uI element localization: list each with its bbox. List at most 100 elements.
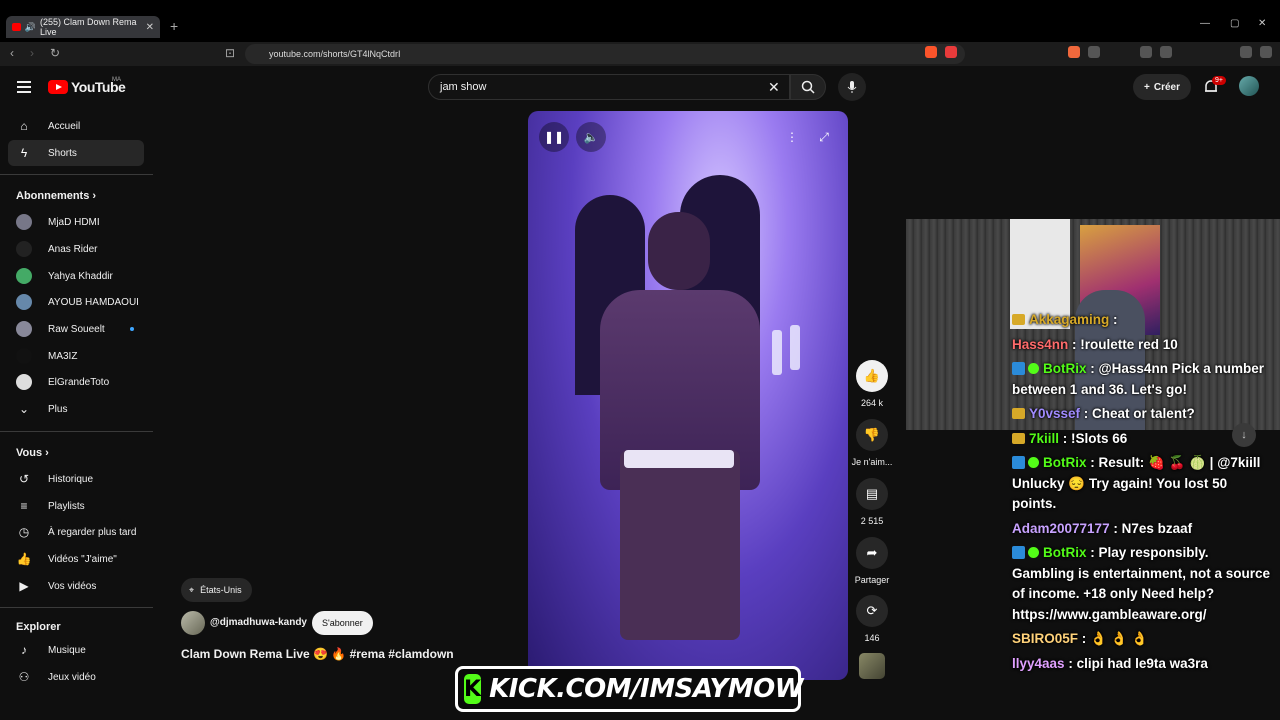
sidebar-sub-ma3iz[interactable]: MA3IZ	[8, 343, 144, 369]
share-action[interactable]: ➦ Partager	[850, 537, 894, 585]
channel-avatar	[16, 374, 32, 390]
location-chip[interactable]: ⌖ États-Unis	[181, 578, 252, 602]
sidebar-item-label: À regarder plus tard	[48, 526, 137, 538]
clear-search-icon[interactable]: ✕	[768, 79, 780, 96]
sidebar-sub-ayoub-hamdaoui[interactable]: AYOUB HAMDAOUI	[8, 289, 144, 315]
comments-action[interactable]: ▤ 2 515	[850, 478, 894, 526]
channel-avatar	[16, 348, 32, 364]
sidebar-item-gaming[interactable]: ⚇ Jeux vidéo	[8, 664, 144, 690]
sidebar-sub-mjad-hdmi[interactable]: MjaD HDMI	[8, 209, 144, 235]
chat-message: Adam20077177 : N7es bzaaf	[1012, 520, 1193, 536]
bookmark-icon[interactable]: ⊡	[225, 46, 235, 60]
sidebar-item-label: MA3IZ	[48, 350, 78, 362]
chevron-right-icon: ›	[45, 447, 49, 459]
search-button[interactable]	[790, 74, 826, 100]
gamepad-icon: ⚇	[18, 670, 30, 684]
remix-icon[interactable]: ⟳	[856, 595, 888, 627]
browser-tab[interactable]: 🔊 (255) Clam Down Rema Live ✕	[6, 16, 160, 38]
channel-avatar	[16, 321, 32, 337]
subscriptions-heading[interactable]: Abonnements ›	[16, 190, 96, 202]
subscribe-button[interactable]: S'abonner	[312, 611, 373, 635]
chat-text: !roulette red 10	[1080, 336, 1178, 352]
kick-logo-icon: K	[464, 674, 482, 704]
stream-chat: Akkagaming : Hass4nn : !roulette red 10 …	[1012, 310, 1274, 678]
channel-avatar[interactable]	[181, 611, 205, 635]
sidebar-item-home[interactable]: ⌂ Accueil	[8, 113, 144, 139]
sidebar-sub-raw-soueelt[interactable]: Raw Soueelt	[8, 316, 144, 342]
volume-icon[interactable]: 🔈	[576, 122, 606, 152]
channel-avatar	[16, 241, 32, 257]
sidebar-item-label: Jeux vidéo	[48, 671, 96, 683]
search-value: jam show	[440, 81, 487, 93]
like-action[interactable]: 👍 264 k	[850, 360, 894, 408]
account-avatar[interactable]	[1239, 76, 1259, 96]
sidebar-item-liked-videos[interactable]: 👍 Vidéos "J'aime"	[8, 546, 144, 572]
hamburger-menu-icon[interactable]	[17, 81, 31, 93]
dislike-action[interactable]: 👎 Je n'aim...	[850, 419, 894, 467]
comment-icon[interactable]: ▤	[856, 478, 888, 510]
chat-message: llyy4aas : clipi had le9ta wa3ra	[1012, 655, 1208, 671]
remix-action[interactable]: ⟳ 146	[850, 595, 894, 643]
notification-badge: 9+	[1212, 76, 1226, 85]
bot-badge-icon	[1012, 362, 1025, 375]
speaker-icon: 🔊	[24, 21, 37, 32]
minimize-icon[interactable]: —	[1200, 18, 1210, 29]
brave-shield-icon[interactable]	[925, 46, 937, 58]
reload-icon[interactable]: ↻	[50, 46, 60, 60]
bot-badge-icon	[1012, 456, 1025, 469]
maximize-icon[interactable]: ▢	[1230, 18, 1239, 29]
sidebar-item-music[interactable]: ♪ Musique	[8, 637, 144, 663]
create-button[interactable]: + Créer	[1133, 74, 1191, 100]
thumbs-up-icon: 👍	[16, 552, 32, 566]
sidebar-divider	[0, 607, 153, 608]
sound-thumbnail[interactable]	[859, 653, 885, 679]
url-field[interactable]: youtube.com/shorts/GT4lNqCtdrI	[245, 44, 965, 64]
sidebar-item-playlists[interactable]: ≡ Playlists	[8, 493, 144, 519]
youtube-logo[interactable]: YouTube MA	[48, 77, 126, 95]
sidebar-item-history[interactable]: ↺ Historique	[8, 466, 144, 492]
sidebar-item-watch-later[interactable]: ◷ À regarder plus tard	[8, 519, 144, 545]
media-icon[interactable]	[1140, 46, 1152, 58]
sidebar-item-shorts[interactable]: ϟ Shorts	[8, 140, 144, 166]
plus-icon: +	[1144, 81, 1150, 93]
brave-rewards-icon[interactable]	[945, 46, 957, 58]
profile-icon[interactable]	[1240, 46, 1252, 58]
chat-username: BotRix	[1043, 455, 1087, 470]
chat-username: 7kiill	[1029, 430, 1060, 446]
tab-close-icon[interactable]: ✕	[146, 22, 154, 33]
sidebar-more[interactable]: ⌄ Plus	[8, 396, 144, 422]
sidebar-item-label: Musique	[48, 644, 86, 656]
sidebar-item-your-videos[interactable]: ▶ Vos vidéos	[8, 573, 144, 599]
channel-name[interactable]: @djmadhuwa-kandy	[210, 617, 307, 628]
thumbs-down-icon[interactable]: 👎	[856, 419, 888, 451]
chevron-down-icon: ⌄	[18, 402, 30, 416]
new-tab-button[interactable]: +	[170, 18, 178, 34]
sidebar-sub-yahya-khaddir[interactable]: Yahya Khaddir	[8, 263, 144, 289]
search-input[interactable]: jam show	[428, 74, 790, 100]
puzzle-icon[interactable]	[1088, 46, 1100, 58]
youtube-play-icon	[48, 80, 68, 94]
sidebar-item-label: Vidéos "J'aime"	[48, 553, 117, 565]
sidebar-sub-anas-rider[interactable]: Anas Rider	[8, 236, 144, 262]
you-heading[interactable]: Vous ›	[16, 447, 49, 459]
sidebar-sub-elgrandetoto[interactable]: ElGrandeToto	[8, 369, 144, 395]
sidebar-icon[interactable]	[1160, 46, 1172, 58]
voice-search-button[interactable]	[838, 73, 866, 101]
more-options-icon[interactable]: ⋮	[777, 122, 807, 152]
back-icon[interactable]: ‹	[10, 46, 14, 60]
chat-text: N7es bzaaf	[1121, 520, 1193, 536]
clock-icon: ◷	[18, 525, 30, 539]
window-close-icon[interactable]: ✕	[1258, 18, 1266, 29]
remix-count: 146	[864, 633, 880, 643]
chat-text: !Slots 66	[1071, 430, 1128, 446]
share-icon[interactable]: ➦	[856, 537, 888, 569]
pause-icon[interactable]: ❚❚	[539, 122, 569, 152]
menu-icon[interactable]	[1260, 46, 1272, 58]
sidebar-item-label: MjaD HDMI	[48, 216, 100, 228]
comment-count: 2 515	[860, 516, 884, 526]
thumbs-up-icon[interactable]: 👍	[856, 360, 888, 392]
extension-icon[interactable]	[1068, 46, 1080, 58]
forward-icon[interactable]: ›	[30, 46, 34, 60]
fullscreen-icon[interactable]: ⤢	[809, 122, 839, 152]
sidebar-item-label: Historique	[48, 473, 94, 485]
